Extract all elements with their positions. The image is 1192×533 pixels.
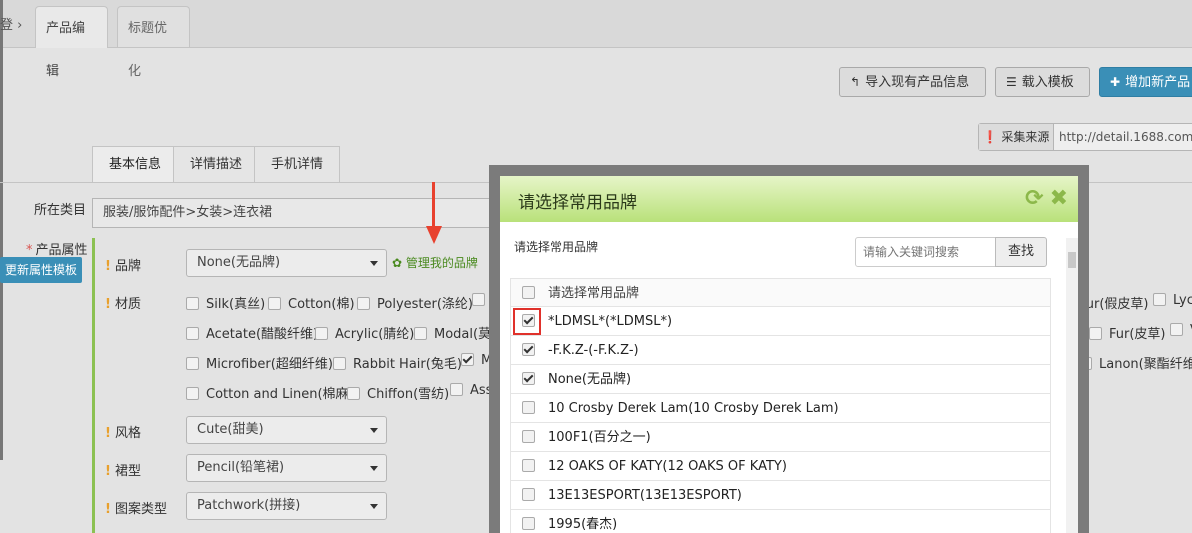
info-icon: ❗ — [982, 130, 998, 144]
material-option[interactable]: Fur(皮草) — [1089, 323, 1166, 342]
pattern-select[interactable]: Patchwork(拼接) — [186, 492, 387, 520]
modal-subtitle: 请选择常用品牌 — [514, 240, 599, 254]
caret-down-icon — [370, 504, 378, 509]
material-option[interactable]: Silk(真丝) — [186, 293, 265, 312]
skirt-label: ! 裙型 — [105, 464, 141, 479]
brand-checkbox[interactable] — [522, 488, 535, 501]
tab-product-edit[interactable]: 产品编辑 — [35, 6, 108, 79]
list-item[interactable]: 10 Crosby Derek Lam(10 Crosby Derek Lam) — [510, 394, 1051, 423]
material-option[interactable]: Chiffon(雪纺) — [347, 383, 449, 402]
select-all-checkbox[interactable] — [522, 286, 535, 299]
list-item[interactable]: 1995(春杰) — [510, 510, 1051, 533]
source-label: ❗ 采集来源 — [979, 124, 1054, 150]
tab-basic-info[interactable]: 基本信息 — [92, 146, 179, 182]
modal-header: 请选择常用品牌 ⟳ ✖ — [500, 176, 1078, 222]
attributes-label: * 产品属性 — [26, 243, 88, 258]
brand-checkbox[interactable] — [522, 372, 535, 385]
list-item[interactable]: *LDMSL*(*LDMSL*) — [510, 307, 1051, 336]
style-select[interactable]: Cute(甜美) — [186, 416, 387, 444]
material-option[interactable]: Fur(假皮草) — [1079, 293, 1149, 312]
brand-checkbox[interactable] — [522, 430, 535, 443]
load-template-button[interactable]: ☰ 载入模板 — [995, 67, 1090, 97]
brand-search-input[interactable] — [855, 237, 996, 267]
list-item[interactable]: 100F1(百分之一) — [510, 423, 1051, 452]
category-label: 所在类目 — [34, 203, 87, 218]
material-option[interactable]: Microfiber(超细纤维) — [186, 353, 333, 372]
material-option[interactable]: Cotton(棉) — [268, 293, 355, 312]
tab-title-optimize[interactable]: 标题优化 — [117, 6, 190, 79]
material-option[interactable]: Lanon(聚酯纤维) — [1079, 353, 1192, 372]
brand-checkbox[interactable] — [522, 343, 535, 356]
material-option[interactable]: V — [1170, 323, 1192, 338]
manage-brand-link[interactable]: ✿ 管理我的品牌 — [392, 254, 478, 271]
material-option[interactable]: Lycr — [1153, 293, 1192, 308]
brand-select[interactable]: None(无品牌) — [186, 249, 387, 277]
material-option[interactable]: Cotton and Linen(棉麻) — [186, 383, 354, 402]
attributes-bar — [92, 238, 95, 533]
caret-down-icon — [370, 261, 378, 266]
list-item[interactable]: 13E13ESPORT(13E13ESPORT) — [510, 481, 1051, 510]
list-item[interactable]: 12 OAKS OF KATY(12 OAKS OF KATY) — [510, 452, 1051, 481]
annotation-arrow-head — [426, 226, 442, 244]
skirt-select[interactable]: Pencil(铅笔裙) — [186, 454, 387, 482]
material-option[interactable]: Rabbit Hair(兔毛) — [333, 353, 462, 372]
brand-checkbox[interactable] — [522, 401, 535, 414]
source-url[interactable]: http://detail.1688.com/off — [1059, 124, 1192, 150]
brand-search-button[interactable]: 查找 — [995, 237, 1047, 267]
brand-checkbox[interactable] — [522, 517, 535, 530]
brand-modal: 请选择常用品牌 ⟳ ✖ 请选择常用品牌 查找 请选择常用品牌 *LDMSL*(*L… — [489, 165, 1089, 533]
material-label: ! 材质 — [105, 297, 141, 312]
import-arrow-icon: ↰ — [850, 75, 861, 89]
caret-down-icon — [370, 428, 378, 433]
brand-list-header[interactable]: 请选择常用品牌 — [510, 278, 1051, 307]
material-option[interactable]: Acetate(醋酸纤维) — [186, 323, 318, 342]
style-label: ! 风格 — [105, 426, 141, 441]
source-field[interactable]: ❗ 采集来源 http://detail.1688.com/off — [978, 123, 1192, 151]
update-attr-template-button[interactable]: 更新属性模板 — [0, 257, 82, 283]
plus-icon: ✚ — [1110, 75, 1121, 89]
list-icon: ☰ — [1006, 75, 1017, 89]
breadcrumb[interactable]: 登 › — [0, 14, 22, 33]
close-icon[interactable]: ✖ — [1050, 186, 1068, 211]
pattern-label: ! 图案类型 — [105, 502, 167, 517]
list-item[interactable]: None(无品牌) — [510, 365, 1051, 394]
brand-checkbox[interactable] — [522, 314, 535, 327]
import-product-button[interactable]: ↰ 导入现有产品信息 — [839, 67, 986, 97]
modal-title: 请选择常用品牌 — [518, 193, 637, 213]
refresh-icon[interactable]: ⟳ — [1025, 186, 1043, 211]
brand-label: ! 品牌 — [105, 259, 141, 274]
left-edge-bar — [0, 0, 3, 460]
modal-scrollbar[interactable] — [1066, 238, 1078, 533]
add-product-button[interactable]: ✚ 增加新产品 — [1099, 67, 1192, 97]
material-option[interactable]: Polyester(涤纶) — [357, 293, 473, 312]
brand-checkbox[interactable] — [522, 459, 535, 472]
material-option[interactable]: Acrylic(腈纶) — [315, 323, 414, 342]
brand-modal-body: 请选择常用品牌 ⟳ ✖ 请选择常用品牌 查找 请选择常用品牌 *LDMSL*(*L… — [500, 176, 1078, 533]
gear-icon: ✿ — [392, 256, 403, 270]
brand-list: 请选择常用品牌 *LDMSL*(*LDMSL*) -F.K.Z-(-F.K.Z-… — [510, 278, 1051, 533]
category-select[interactable]: 服装/服饰配件>女装>连衣裙 — [92, 198, 512, 228]
tab-mobile-detail[interactable]: 手机详情 — [254, 146, 341, 182]
caret-down-icon — [370, 466, 378, 471]
list-item[interactable]: -F.K.Z-(-F.K.Z-) — [510, 336, 1051, 365]
annotation-arrow — [432, 182, 435, 228]
tab-detail-desc[interactable]: 详情描述 — [173, 146, 260, 182]
